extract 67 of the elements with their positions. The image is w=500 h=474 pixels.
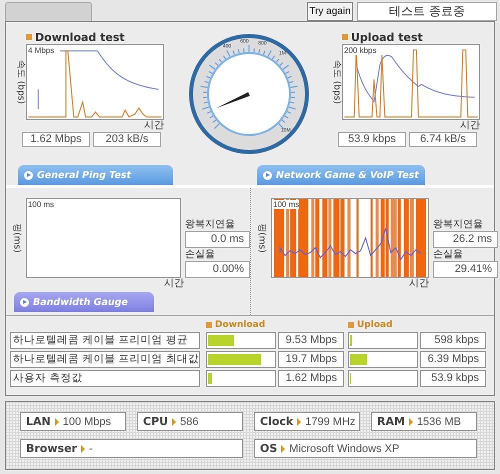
bullet-icon (206, 322, 212, 328)
value-field: 1.62 Mbps (278, 370, 344, 387)
stat-label: 왕복지연율 (185, 218, 236, 231)
value-field: 9.53 Mbps (278, 332, 344, 349)
column-header: Download (215, 320, 266, 330)
triangle-icon (281, 444, 286, 452)
info-label: Clock (260, 415, 294, 428)
value-field: 598 kbps (420, 332, 486, 349)
panel-title: Download test (35, 30, 125, 44)
row-label: 하나로텔레콤 케이블 프리미엄 평균 (10, 332, 200, 349)
bullet-icon (348, 322, 354, 328)
row-label: 사용자 측정값 (10, 370, 200, 387)
row-label: 하나로텔레콤 케이블 프리미엄 최대값 (10, 351, 200, 368)
info-label: CPU (143, 415, 168, 428)
info-label: Browser (26, 442, 77, 455)
info-value: 100 Mbps (62, 416, 112, 428)
info-label: OS (260, 442, 278, 455)
triangle-icon (297, 418, 302, 426)
triangle-icon (172, 418, 176, 426)
test-tab[interactable]: General Ping Test (18, 165, 173, 185)
bullet-icon (342, 34, 348, 40)
panel-title: Upload test (351, 30, 423, 44)
stat-label: 손실율 (185, 248, 216, 261)
status-field: 테스트 종료중 (357, 2, 497, 20)
arrow-circle-icon (24, 170, 33, 180)
scale-label: 100 ms (273, 200, 300, 209)
value-field: 26.2 ms (433, 231, 498, 248)
info-value: - (88, 442, 93, 454)
scale-label: 200 kbps (344, 46, 376, 55)
axis-label: 시간 (409, 278, 429, 290)
scale-label: 100 ms (28, 200, 54, 209)
arrow-circle-icon (20, 298, 29, 306)
value-field: 29.41% (433, 261, 498, 278)
scale-label: 4 Mbps (28, 46, 54, 55)
triangle-icon (408, 418, 413, 426)
axis-label: 시간 (460, 120, 480, 132)
axis-label: 시간 (144, 120, 164, 132)
triangle-icon (80, 444, 85, 452)
info-value: 586 (180, 416, 198, 428)
info-value: Microsoft Windows XP (289, 442, 400, 454)
value-field: 6.39 Mbps (420, 351, 486, 368)
axis-label: 속도 (bps) (14, 60, 26, 104)
value-field: 0.00% (185, 261, 250, 278)
reading-field: 203 kB/s (93, 132, 161, 147)
stat-label: 왕복지연율 (433, 218, 484, 231)
stat-label: 손실율 (433, 248, 464, 261)
reading-field: 53.9 kbps (338, 132, 406, 147)
axis-label: 속도 (bps) (330, 60, 342, 104)
reading-field: 1.62 Mbps (22, 132, 90, 147)
arrow-circle-icon (263, 170, 272, 180)
axis-label: 시간 (164, 278, 184, 290)
column-header: Upload (357, 320, 393, 330)
value-field: 0.0 ms (185, 231, 250, 248)
value-field: 19.7 Mbps (278, 351, 344, 368)
info-label: RAM (377, 415, 405, 428)
value-field: 53.9 kbps (420, 370, 486, 387)
info-value: 1536 MB (416, 416, 461, 428)
section-tab[interactable]: Bandwidth Gauge (14, 292, 154, 312)
test-tab[interactable]: Network Game & VoIP Test (257, 165, 425, 185)
try-again-button[interactable]: Try again (307, 2, 353, 20)
info-value: 1799 MHz (305, 416, 356, 428)
axis-label: 핑(ms) (10, 223, 22, 253)
bullet-icon (26, 34, 32, 40)
reading-field: 6.74 kB/s (409, 132, 477, 147)
info-label: LAN (26, 415, 51, 428)
axis-label: 핑(ms) (256, 223, 268, 253)
triangle-icon (54, 418, 59, 426)
